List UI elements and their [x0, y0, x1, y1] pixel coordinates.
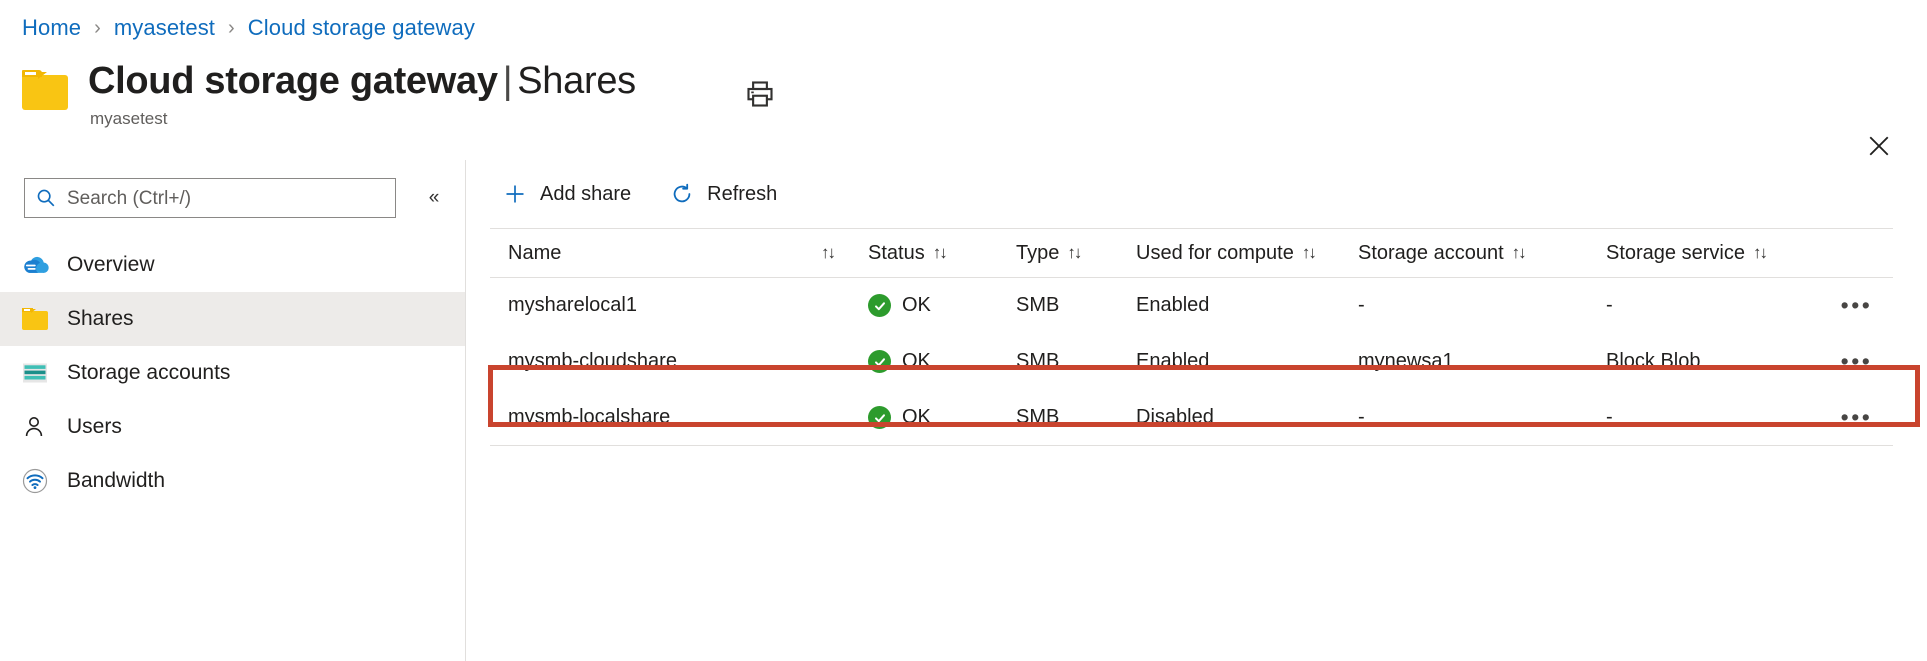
cell-storage-service: -: [1588, 406, 1820, 429]
cell-name: mysmb-localshare: [490, 406, 850, 429]
sidebar-item-shares[interactable]: Shares: [0, 292, 465, 346]
status-label: OK: [902, 406, 931, 429]
main-content: Add share Refresh Name ↑↓ Status ↑↓: [466, 160, 1927, 661]
cell-storage-account: -: [1340, 406, 1588, 429]
column-header-name[interactable]: Name ↑↓: [490, 242, 850, 265]
cloud-icon: [22, 254, 56, 276]
sidebar-item-overview[interactable]: Overview: [0, 238, 465, 292]
sidebar-item-label: Storage accounts: [67, 361, 230, 385]
row-context-menu-icon[interactable]: •••: [1835, 402, 1879, 433]
table-row[interactable]: mysmb-cloudshare OK SMB Enabled mynewsa1…: [490, 334, 1893, 390]
folder-icon: [22, 308, 56, 330]
folder-icon: [22, 70, 68, 110]
row-context-menu-icon[interactable]: •••: [1835, 346, 1879, 377]
row-context-menu-icon[interactable]: •••: [1835, 290, 1879, 321]
cell-actions: •••: [1820, 346, 1893, 377]
refresh-button[interactable]: Refresh: [657, 174, 789, 214]
plus-icon: [502, 181, 528, 207]
sidebar-item-storage-accounts[interactable]: Storage accounts: [0, 346, 465, 400]
status-label: OK: [902, 294, 931, 317]
sidebar-item-bandwidth[interactable]: Bandwidth: [0, 454, 465, 508]
print-icon[interactable]: [740, 74, 780, 114]
storage-account-icon: [22, 362, 56, 384]
breadcrumb: Home › myasetest › Cloud storage gateway: [22, 12, 475, 44]
column-header-label: Used for compute: [1136, 242, 1294, 265]
page-subtitle: myasetest: [90, 109, 167, 129]
refresh-label: Refresh: [707, 183, 777, 206]
breadcrumb-item-cloud-storage-gateway[interactable]: Cloud storage gateway: [248, 15, 475, 41]
page-title-section: Shares: [517, 60, 636, 102]
cell-status: OK: [850, 294, 998, 317]
bandwidth-icon: [22, 468, 56, 494]
success-check-icon: [868, 406, 891, 429]
cell-storage-service: -: [1588, 294, 1820, 317]
table-row[interactable]: mysharelocal1 OK SMB Enabled - - •••: [490, 278, 1893, 334]
column-header-storage-service[interactable]: Storage service ↑↓: [1588, 242, 1820, 265]
cell-actions: •••: [1820, 402, 1893, 433]
sidebar: Search (Ctrl+/) « Overview Shares: [0, 160, 466, 661]
cell-actions: •••: [1820, 290, 1893, 321]
command-bar: Add share Refresh: [466, 168, 803, 220]
column-header-label: Storage account: [1358, 242, 1504, 265]
shares-table: Name ↑↓ Status ↑↓ Type ↑↓ Used for compu…: [490, 228, 1893, 446]
column-header-used-for-compute[interactable]: Used for compute ↑↓: [1118, 242, 1340, 265]
breadcrumb-item-home[interactable]: Home: [22, 15, 81, 41]
cell-used-for-compute: Enabled: [1118, 350, 1340, 373]
cell-used-for-compute: Disabled: [1118, 406, 1340, 429]
search-icon: [25, 187, 67, 209]
sidebar-item-label: Overview: [67, 253, 155, 277]
column-header-label: Type: [1016, 242, 1059, 265]
page-title-resource: Cloud storage gateway: [88, 60, 498, 102]
column-header-label: Name: [508, 242, 561, 265]
sort-icon: ↑↓: [933, 243, 946, 263]
sort-icon: ↑↓: [1512, 243, 1525, 263]
cell-storage-account: mynewsa1: [1340, 350, 1588, 373]
page-header: Cloud storage gateway|Shares myasetest: [0, 56, 1927, 130]
user-icon: [22, 415, 56, 439]
cell-storage-account: -: [1340, 294, 1588, 317]
column-header-status[interactable]: Status ↑↓: [850, 242, 998, 265]
sidebar-item-label: Bandwidth: [67, 469, 165, 493]
column-header-type[interactable]: Type ↑↓: [998, 242, 1118, 265]
sort-icon: ↑↓: [1753, 243, 1766, 263]
status-label: OK: [902, 350, 931, 373]
sort-icon: ↑↓: [1067, 243, 1080, 263]
column-header-storage-account[interactable]: Storage account ↑↓: [1340, 242, 1588, 265]
cell-status: OK: [850, 406, 998, 429]
page-title: Cloud storage gateway|Shares: [88, 60, 636, 103]
success-check-icon: [868, 294, 891, 317]
breadcrumb-item-myasetest[interactable]: myasetest: [114, 15, 215, 41]
cell-storage-service: Block Blob: [1588, 350, 1820, 373]
sort-icon: ↑↓: [821, 243, 834, 263]
refresh-icon: [669, 181, 695, 207]
sidebar-nav-list: Overview Shares Storage accounts: [0, 238, 465, 508]
cell-type: SMB: [998, 350, 1118, 373]
breadcrumb-separator-icon: ›: [228, 17, 235, 40]
sidebar-search-row: Search (Ctrl+/) «: [24, 178, 444, 218]
table-header-row: Name ↑↓ Status ↑↓ Type ↑↓ Used for compu…: [490, 228, 1893, 278]
cell-used-for-compute: Enabled: [1118, 294, 1340, 317]
success-check-icon: [868, 350, 891, 373]
sidebar-item-label: Shares: [67, 307, 134, 331]
column-header-label: Status: [868, 242, 925, 265]
cell-status: OK: [850, 350, 998, 373]
add-share-label: Add share: [540, 183, 631, 206]
page-title-divider: |: [498, 60, 518, 102]
cell-name: mysmb-cloudshare: [490, 350, 850, 373]
sidebar-item-label: Users: [67, 415, 122, 439]
column-header-label: Storage service: [1606, 242, 1745, 265]
cell-name: mysharelocal1: [490, 294, 850, 317]
add-share-button[interactable]: Add share: [490, 174, 643, 214]
cell-type: SMB: [998, 406, 1118, 429]
cell-type: SMB: [998, 294, 1118, 317]
breadcrumb-separator-icon: ›: [94, 17, 101, 40]
collapse-sidebar-icon[interactable]: «: [420, 185, 448, 211]
search-input[interactable]: Search (Ctrl+/): [24, 178, 396, 218]
sort-icon: ↑↓: [1302, 243, 1315, 263]
table-row[interactable]: mysmb-localshare OK SMB Disabled - - •••: [490, 390, 1893, 446]
search-placeholder: Search (Ctrl+/): [67, 189, 191, 208]
sidebar-item-users[interactable]: Users: [0, 400, 465, 454]
